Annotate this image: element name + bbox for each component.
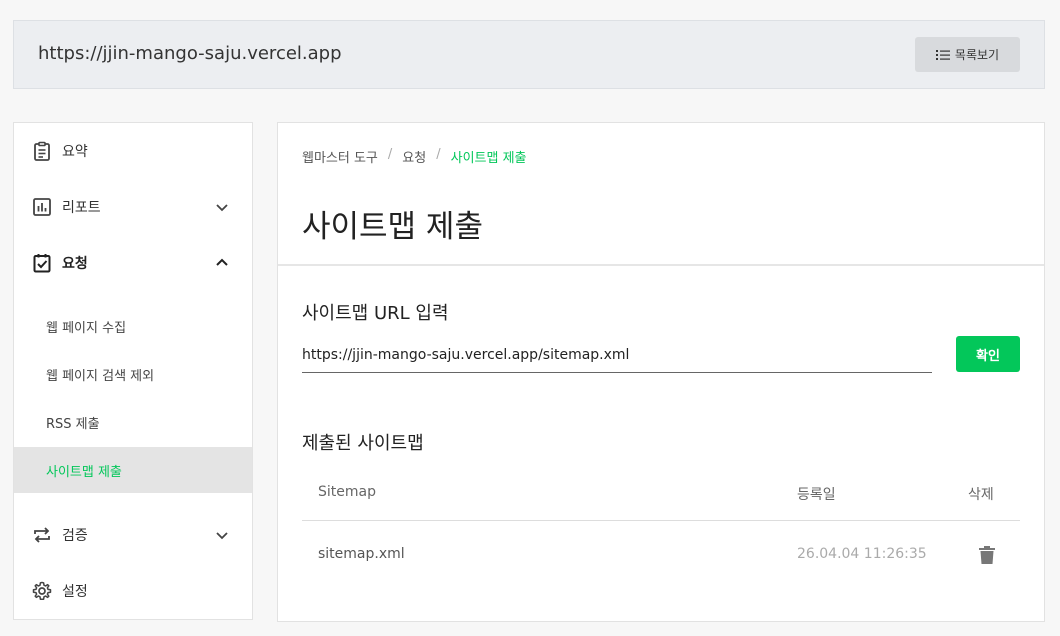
chevron-up-icon[interactable] <box>214 255 230 271</box>
clipboard-check-icon <box>32 253 52 273</box>
trash-icon[interactable] <box>978 545 996 565</box>
breadcrumb-item[interactable]: 웹마스터 도구 <box>302 147 378 166</box>
chevron-down-icon[interactable] <box>214 527 230 543</box>
repeat-icon <box>32 525 52 545</box>
sidebar-item-settings[interactable]: 설정 <box>14 563 252 619</box>
sitemap-url-label: 사이트맵 URL 입력 <box>302 303 449 324</box>
sidebar-item-request[interactable]: 요청 <box>14 235 252 291</box>
divider <box>278 264 1044 266</box>
table-header-divider <box>302 520 1020 521</box>
sidebar-item-label: 설정 <box>62 584 88 600</box>
sidebar: 요약 리포트 요청 웹 페이지 수집 웹 페이지 검색 제외 RSS 제출 사이… <box>13 122 253 620</box>
sitemap-name-cell: sitemap.xml <box>318 546 405 562</box>
sidebar-item-summary[interactable]: 요약 <box>14 123 252 179</box>
sidebar-subitem-sitemap-submit[interactable]: 사이트맵 제출 <box>14 447 252 493</box>
breadcrumb-current: 사이트맵 제출 <box>450 151 527 166</box>
list-icon <box>935 49 950 60</box>
chevron-down-icon[interactable] <box>214 199 230 215</box>
site-url: https://jjin-mango-saju.vercel.app <box>38 43 342 64</box>
page-title: 사이트맵 제출 <box>302 209 483 245</box>
main-panel: 웹마스터 도구 / 요청 / 사이트맵 제출 사이트맵 제출 사이트맵 URL … <box>277 122 1045 622</box>
sitemap-date-cell: 26.04.04 11:26:35 <box>797 546 927 562</box>
sidebar-item-label: 요청 <box>62 256 88 272</box>
sidebar-subitem-rss-submit[interactable]: RSS 제출 <box>14 399 252 445</box>
breadcrumb-separator: / <box>387 147 393 162</box>
column-header-date: 등록일 <box>797 487 836 503</box>
gear-icon <box>32 581 52 601</box>
site-header-bar: https://jjin-mango-saju.vercel.app 목록보기 <box>13 20 1045 89</box>
sidebar-item-label: 리포트 <box>62 200 101 216</box>
sidebar-subitem-web-page-exclude[interactable]: 웹 페이지 검색 제외 <box>14 351 252 397</box>
bar-chart-icon <box>32 197 52 217</box>
breadcrumb-separator: / <box>436 147 441 162</box>
sidebar-item-label: 요약 <box>62 144 88 160</box>
sidebar-item-verify[interactable]: 검증 <box>14 507 252 563</box>
confirm-button[interactable]: 확인 <box>956 336 1020 372</box>
list-view-button-label: 목록보기 <box>954 48 1000 62</box>
list-view-button[interactable]: 목록보기 <box>915 37 1020 72</box>
sidebar-item-report[interactable]: 리포트 <box>14 179 252 235</box>
column-header-delete: 삭제 <box>968 487 994 503</box>
column-header-sitemap: Sitemap <box>318 484 376 500</box>
sidebar-item-label: 검증 <box>62 528 88 544</box>
sidebar-subitem-web-page-crawl[interactable]: 웹 페이지 수집 <box>14 303 252 349</box>
sitemap-url-input[interactable] <box>302 337 932 373</box>
clipboard-icon <box>32 141 52 161</box>
breadcrumb-item[interactable]: 요청 <box>402 147 426 166</box>
submitted-sitemaps-title: 제출된 사이트맵 <box>302 433 424 454</box>
breadcrumb: 웹마스터 도구 / 요청 / 사이트맵 제출 <box>302 147 527 166</box>
